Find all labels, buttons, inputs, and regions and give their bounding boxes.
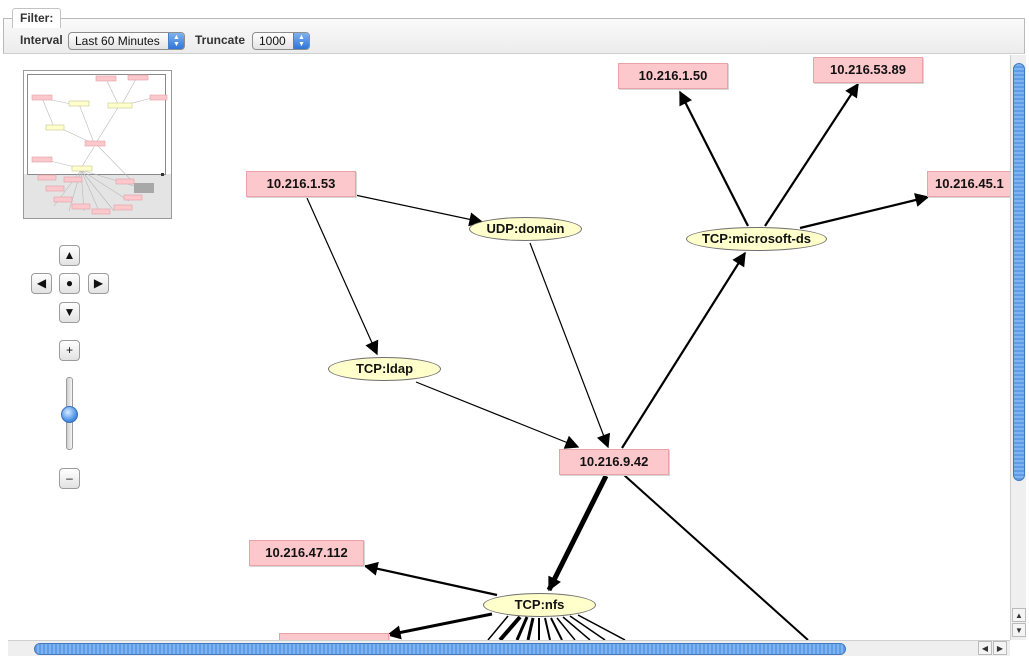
pan-down-button[interactable]: ▼ [59, 302, 80, 323]
scroll-down-button[interactable]: ▼ [1012, 623, 1026, 637]
service-node[interactable]: TCP:microsoft-ds [686, 227, 827, 251]
edge [546, 474, 609, 592]
pan-right-button[interactable]: ▶ [88, 273, 109, 294]
service-node[interactable]: TCP:nfs [483, 593, 596, 617]
scroll-up-button[interactable]: ▲ [1012, 608, 1026, 622]
edge [621, 251, 746, 449]
service-node[interactable]: UDP:domain [469, 217, 582, 241]
edge [415, 381, 580, 449]
edge [354, 194, 484, 227]
service-node[interactable]: TCP:ldap [328, 357, 441, 381]
scroll-left-button[interactable]: ◀ [978, 641, 992, 655]
host-node[interactable]: 10.216.47.112 [249, 540, 364, 566]
edge [764, 82, 859, 227]
host-node[interactable]: 10.216.45.1 [927, 171, 1011, 197]
interval-select[interactable]: Last 60 Minutes ▲ ▼ [68, 32, 185, 50]
select-arrows-icon: ▲ ▼ [168, 33, 184, 49]
graph-overview-minimap[interactable] [23, 70, 172, 219]
horizontal-scroll-thumb[interactable] [34, 643, 846, 655]
edge [679, 90, 749, 227]
edge [799, 193, 930, 230]
interval-label: Interval [20, 33, 63, 47]
edge [306, 197, 379, 356]
truncate-select[interactable]: 1000 ▲ ▼ [252, 32, 310, 50]
scroll-right-button[interactable]: ▶ [993, 641, 1007, 655]
edge [529, 242, 611, 449]
vertical-scrollbar[interactable]: ▲ ▼ [1010, 55, 1026, 640]
host-node[interactable]: 10.216.53.89 [813, 57, 923, 83]
truncate-label: Truncate [195, 33, 246, 47]
filter-title: Filter: [12, 8, 62, 28]
pan-center-button[interactable]: ● [59, 273, 80, 294]
edge [363, 561, 498, 597]
pan-left-button[interactable]: ◀ [31, 273, 52, 294]
app-window: Filter: Interval Last 60 Minutes ▲ ▼ Trun… [0, 0, 1029, 660]
zoom-slider-knob[interactable] [61, 406, 78, 423]
truncate-value: 1000 [259, 34, 286, 48]
select-arrows-icon: ▲ ▼ [293, 33, 309, 49]
host-node[interactable]: 10.216.1.53 [246, 171, 356, 197]
horizontal-scrollbar[interactable]: ◀ ▶ [8, 640, 1010, 656]
edge [386, 612, 493, 640]
interval-value: Last 60 Minutes [75, 34, 160, 48]
zoom-in-button[interactable]: + [59, 340, 80, 361]
pan-up-button[interactable]: ▲ [59, 245, 80, 266]
edge [623, 474, 809, 640]
zoom-out-button[interactable]: – [59, 468, 80, 489]
host-node[interactable]: 10.216.9.42 [559, 449, 669, 475]
host-node[interactable]: 10.216.1.50 [618, 63, 728, 89]
vertical-scroll-thumb[interactable] [1013, 63, 1025, 481]
overview-graph [31, 74, 168, 215]
